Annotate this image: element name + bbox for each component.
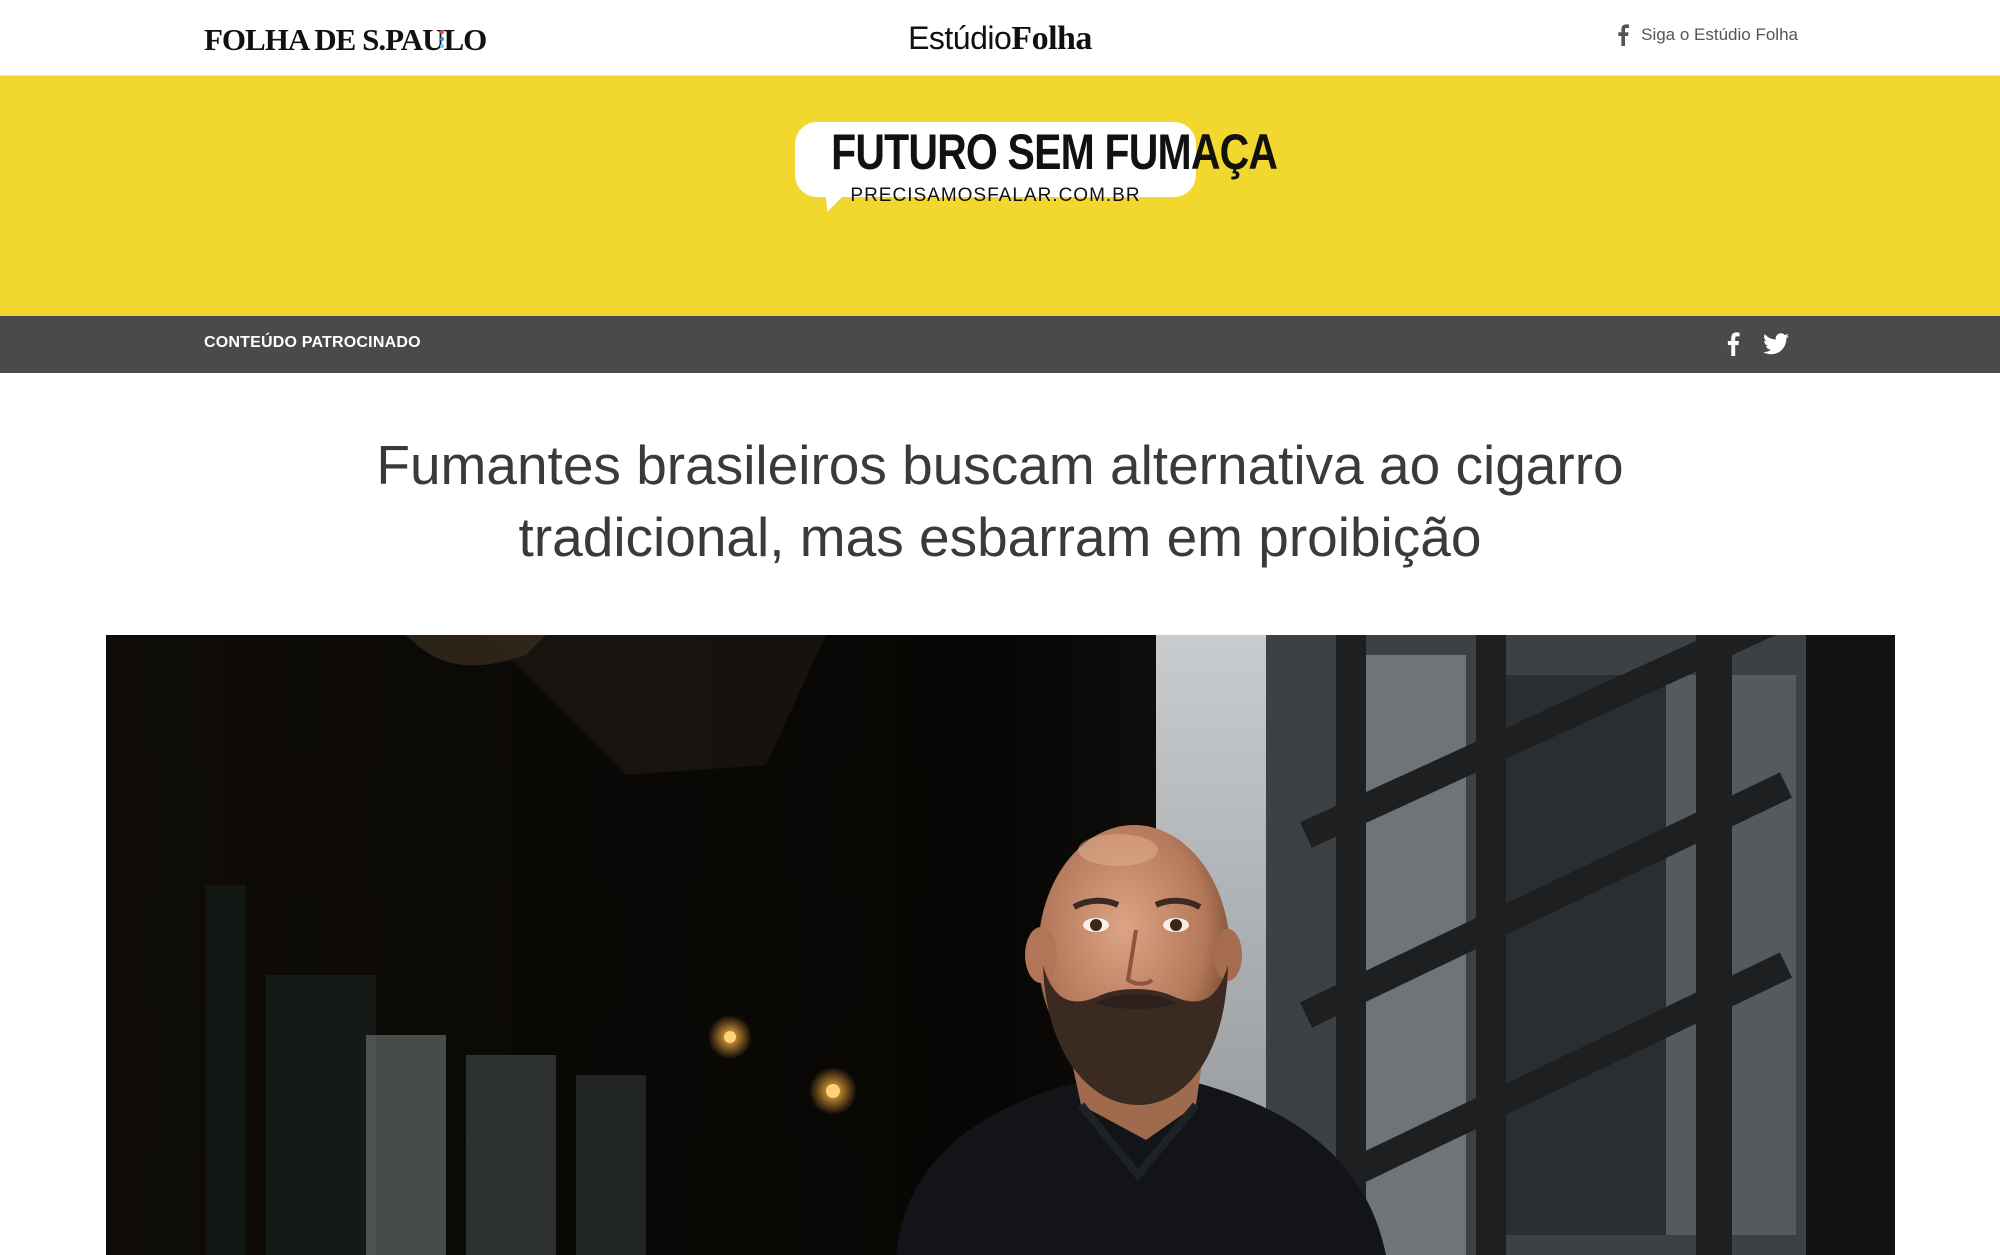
sponsored-content-label: CONTEÚDO PATROCINADO bbox=[204, 334, 421, 351]
estudio-logo-bold: Folha bbox=[1011, 20, 1092, 57]
facebook-icon bbox=[1618, 24, 1630, 46]
campaign-banner: FUTURO SEM FUMAÇA PRECISAMOSFALAR.COM.BR bbox=[0, 76, 2000, 316]
twitter-share-icon[interactable] bbox=[1763, 333, 1789, 355]
hero-photo bbox=[106, 635, 1895, 1255]
follow-estudio-folha-link[interactable]: Siga o Estúdio Folha bbox=[1617, 24, 1798, 46]
campaign-url[interactable]: PRECISAMOSFALAR.COM.BR bbox=[795, 185, 1196, 207]
article-headline: Fumantes brasileiros buscam alternativa … bbox=[376, 434, 1624, 568]
sponsored-content-bar: CONTEÚDO PATROCINADO bbox=[0, 316, 2000, 373]
campaign-title: FUTURO SEM FUMAÇA bbox=[831, 124, 1278, 180]
hero-photo-illustration bbox=[106, 635, 1895, 1255]
follow-label: Siga o Estúdio Folha bbox=[1641, 25, 1798, 44]
estudio-logo-light: Estúdio bbox=[908, 20, 1012, 56]
top-navigation-bar: FOLHA DE S.PAULO EstúdioFolha Siga o Est… bbox=[0, 0, 2000, 76]
facebook-share-icon[interactable] bbox=[1726, 332, 1740, 356]
